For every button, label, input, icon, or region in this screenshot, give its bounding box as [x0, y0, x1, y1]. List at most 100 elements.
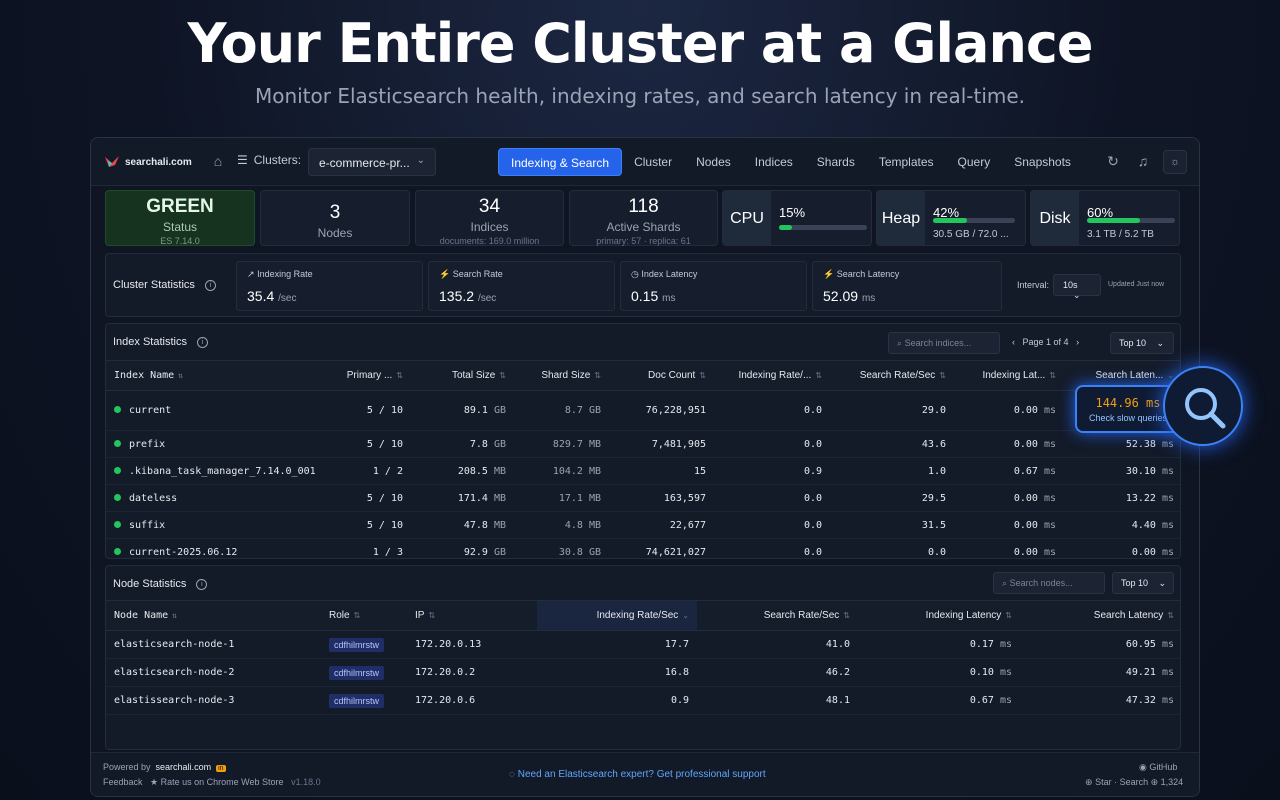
- nav-nodes[interactable]: Nodes: [684, 148, 743, 176]
- github-stars[interactable]: ⊕ Star · Search ⊕ 1,324: [1085, 777, 1183, 788]
- top-bar: searchali.com ⌂ ☰ Clusters: e-commerce-pr…: [91, 138, 1199, 186]
- table-row[interactable]: current 5 / 10 89.1 GB 8.7 GB 76,228,951…: [106, 390, 1180, 431]
- feedback-link[interactable]: Feedback: [103, 777, 143, 787]
- cluster-statistics-title: Cluster Statistics i: [113, 279, 216, 291]
- star-icon: ★: [150, 777, 159, 787]
- col-doc-count[interactable]: Doc Count ⇅: [609, 360, 714, 391]
- metric-search-latency: ⚡ Search Latency 52.09 ms: [812, 261, 1002, 311]
- magnifier-icon[interactable]: [1163, 366, 1243, 446]
- table-row[interactable]: prefix 5 / 10 7.8 GB 829.7 MB 7,481,905 …: [106, 430, 1180, 458]
- disk-bar: [1087, 218, 1175, 223]
- github-icon: ◉: [1139, 762, 1147, 772]
- cpu-percent: 15%: [779, 205, 806, 220]
- footer-brand-link[interactable]: searchali.com: [156, 762, 212, 772]
- rate-link[interactable]: Rate us on Chrome Web Store: [161, 777, 284, 787]
- prev-page-icon[interactable]: ‹: [1012, 337, 1015, 347]
- search-icon: ⌕: [1002, 578, 1008, 588]
- table-row[interactable]: elasticsearch-node-2 cdfhilmrstw 172.20.…: [106, 658, 1180, 687]
- nav-indexing-search[interactable]: Indexing & Search: [498, 148, 623, 176]
- index-top-select[interactable]: Top 10 ⌄: [1110, 332, 1174, 354]
- nav-cluster[interactable]: Cluster: [622, 148, 684, 176]
- table-row[interactable]: current-2025.06.12 1 / 3 92.9 GB 30.8 GB…: [106, 538, 1180, 558]
- cluster-statistics: Cluster Statistics i ↗ Indexing Rate 35.4…: [105, 253, 1181, 317]
- refresh-icon[interactable]: ↻: [1104, 152, 1122, 170]
- support-link[interactable]: ◌ Need an Elasticsearch expert? Get prof…: [509, 769, 766, 780]
- info-icon[interactable]: i: [204, 279, 216, 291]
- theme-toggle-icon[interactable]: ☼: [1163, 150, 1187, 174]
- bell-icon[interactable]: ♫: [1134, 152, 1152, 170]
- main-nav: Indexing & Search Cluster Nodes Indices …: [498, 148, 1083, 176]
- sort-icon: ⇅: [1005, 611, 1012, 620]
- hero-subtitle: Monitor Elasticsearch health, indexing r…: [254, 84, 1026, 108]
- nav-shards[interactable]: Shards: [805, 148, 867, 176]
- table-row[interactable]: elasticsearch-node-1 cdfhilmrstw 172.20.…: [106, 630, 1180, 659]
- disk-card: Disk 60% 3.1 TB / 5.2 TB: [1030, 190, 1180, 246]
- col-ip[interactable]: IP ⇅: [407, 600, 537, 631]
- heap-bar: [933, 218, 1015, 223]
- indices-value: 34: [478, 196, 501, 217]
- col-total-size[interactable]: Total Size ⇅: [411, 360, 514, 391]
- table-row[interactable]: suffix 5 / 10 47.8 MB 4.8 MB 22,677 0.0 …: [106, 511, 1180, 539]
- interval-select[interactable]: 10s ⌄: [1053, 274, 1101, 300]
- table-row[interactable]: .kibana_task_manager_7.14.0_001 1 / 2 20…: [106, 457, 1180, 485]
- col-indexing-rate[interactable]: Indexing Rate/... ⇅: [714, 360, 830, 391]
- chevron-down-icon: ⌄: [1158, 578, 1167, 588]
- nav-templates[interactable]: Templates: [867, 148, 946, 176]
- chat-icon: ◌: [509, 769, 515, 780]
- sort-icon: ⇅: [428, 611, 436, 620]
- table-row[interactable]: dateless 5 / 10 171.4 MB 17.1 MB 163,597…: [106, 484, 1180, 512]
- col-node-name[interactable]: Node Name ⇅: [106, 600, 321, 631]
- col-primary[interactable]: Primary ... ⇅: [331, 360, 411, 391]
- table-row[interactable]: elastissearch-node-3 cdfhilmrstw 172.20.…: [106, 686, 1180, 715]
- clusters-label: ☰ Clusters:: [237, 153, 302, 167]
- nav-query[interactable]: Query: [946, 148, 1003, 176]
- cluster-select[interactable]: e-commerce-pr... ⌄: [308, 148, 436, 176]
- nav-indices[interactable]: Indices: [743, 148, 805, 176]
- search-nodes-input[interactable]: ⌕ Search nodes...: [993, 572, 1105, 594]
- col-role[interactable]: Role ⇅: [321, 600, 407, 631]
- chevron-down-icon: ⌄: [416, 155, 425, 166]
- nav-snapshots[interactable]: Snapshots: [1002, 148, 1083, 176]
- node-top-select[interactable]: Top 10 ⌄: [1112, 572, 1174, 594]
- pager: ‹ Page 1 of 4 ›: [1012, 337, 1080, 347]
- col-indexing-latency[interactable]: Indexing Lat... ⇅: [954, 360, 1064, 391]
- linkedin-icon[interactable]: in: [216, 765, 226, 772]
- col-node-indexing-latency[interactable]: Indexing Latency ⇅: [858, 600, 1020, 631]
- col-shard-size[interactable]: Shard Size ⇅: [514, 360, 609, 391]
- col-node-indexing-rate[interactable]: Indexing Rate/Sec ⌄: [537, 600, 697, 631]
- footer: Powered by searchali.com in Feedback ★ R…: [91, 752, 1199, 796]
- chevron-down-icon: ⌄: [1073, 290, 1081, 300]
- health-dot: [114, 547, 121, 555]
- sort-icon: ⇅: [699, 371, 706, 380]
- col-index-name[interactable]: Index Name ⇅: [106, 360, 331, 391]
- disk-bar-fill: [1087, 218, 1140, 223]
- sort-icon: ⇅: [172, 611, 178, 620]
- info-icon[interactable]: i: [196, 578, 208, 590]
- updated-label: Updated Just now: [1108, 281, 1165, 288]
- col-node-search-rate[interactable]: Search Rate/Sec ⇅: [697, 600, 858, 631]
- search-indices-input[interactable]: ⌕ Search indices...: [888, 332, 1000, 354]
- cpu-bar: [779, 225, 867, 230]
- github-link[interactable]: ◉ GitHub: [1139, 762, 1177, 773]
- col-search-rate[interactable]: Search Rate/Sec ⇅: [830, 360, 954, 391]
- cpu-card: CPU 15%: [722, 190, 872, 246]
- sort-desc-icon: ⌄: [682, 611, 689, 620]
- cpu-label: CPU: [723, 191, 771, 245]
- nodes-label: Nodes: [317, 226, 353, 240]
- next-page-icon[interactable]: ›: [1076, 337, 1079, 347]
- shards-value: 118: [628, 196, 659, 217]
- info-icon[interactable]: i: [196, 336, 208, 348]
- sort-icon: ⇅: [396, 371, 403, 380]
- hero-title: Your Entire Cluster at a Glance: [187, 12, 1093, 75]
- heap-label: Heap: [877, 191, 925, 245]
- clock-icon: ◷: [631, 269, 639, 279]
- home-icon[interactable]: ⌂: [209, 152, 227, 170]
- heap-card: Heap 42% 30.5 GB / 72.0 ...: [876, 190, 1026, 246]
- brand-name: searchali.com: [125, 156, 192, 168]
- nodes-value: 3: [329, 202, 341, 223]
- sort-icon: ⇅: [594, 371, 601, 380]
- col-node-search-latency[interactable]: Search Latency ⇅: [1020, 600, 1180, 631]
- role-badge: cdfhilmrstw: [329, 637, 385, 652]
- version-label: v1.18.0: [291, 777, 321, 787]
- brand-logo[interactable]: searchali.com: [103, 150, 193, 174]
